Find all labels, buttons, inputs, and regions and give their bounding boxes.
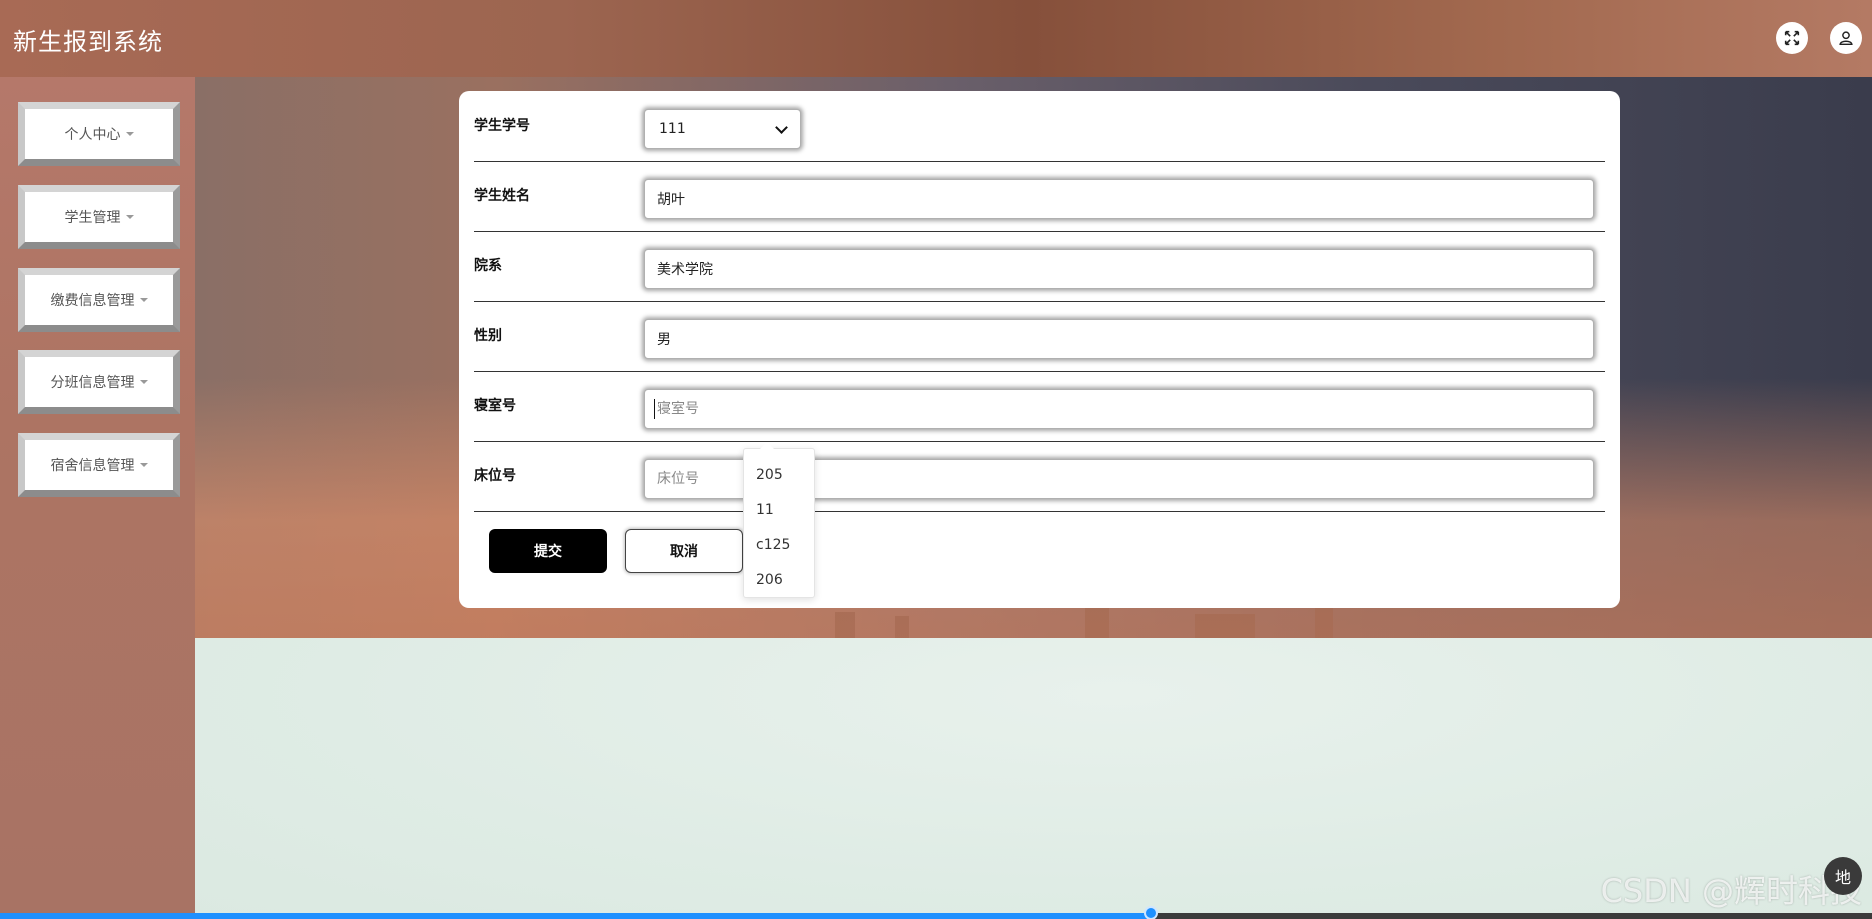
gender-input[interactable] [644, 319, 1594, 359]
text-cursor [654, 399, 655, 419]
user-icon[interactable] [1830, 22, 1862, 54]
sidebar-item-student-management[interactable]: 学生管理 [18, 185, 180, 249]
chevron-down-icon [139, 463, 148, 467]
sidebar-item-label: 缴费信息管理 [50, 293, 135, 309]
sidebar-item-payment-management[interactable]: 缴费信息管理 [18, 268, 180, 332]
dorm-suggestion-dropdown: 205 11 c125 206 [743, 442, 815, 598]
chevron-down-icon [125, 215, 134, 219]
city-silhouette [835, 612, 855, 638]
form-row-student-id: 学生学号 111 [474, 91, 1605, 162]
form-row-bed-number: 床位号 [474, 441, 1605, 512]
bed-number-label: 床位号 [474, 468, 516, 484]
sidebar-item-label: 宿舍信息管理 [50, 458, 135, 474]
fullscreen-icon[interactable] [1776, 22, 1808, 54]
student-name-input[interactable] [644, 179, 1594, 219]
form-row-gender: 性别 [474, 301, 1605, 372]
top-header: 新生报到系统 [0, 0, 1872, 77]
sidebar-item-personal-center[interactable]: 个人中心 [18, 102, 180, 166]
suggestion-item[interactable]: c125 [744, 528, 814, 563]
chevron-down-icon [139, 380, 148, 384]
city-silhouette [895, 616, 909, 638]
chevron-down-icon [125, 132, 134, 136]
student-id-select[interactable]: 111 [644, 109, 801, 149]
city-silhouette [1085, 608, 1109, 638]
cancel-button[interactable]: 取消 [625, 529, 743, 573]
suggestion-item[interactable]: 205 [744, 458, 814, 493]
suggestion-item[interactable]: 206 [744, 563, 814, 598]
app-title: 新生报到系统 [13, 28, 163, 56]
student-form-card: 学生学号 111 学生姓名 院系 性别 寝室号 床位号 提交 取消 [459, 91, 1620, 608]
progress-fill [0, 913, 1151, 919]
dorm-number-label: 寝室号 [474, 398, 516, 414]
progress-handle[interactable] [1144, 906, 1158, 919]
student-id-value: 111 [659, 121, 686, 137]
chevron-down-icon [139, 298, 148, 302]
sidebar-item-label: 个人中心 [64, 127, 121, 143]
floating-action-button[interactable]: 地 [1824, 857, 1862, 895]
department-label: 院系 [474, 258, 502, 274]
form-row-student-name: 学生姓名 [474, 161, 1605, 232]
student-name-label: 学生姓名 [474, 188, 530, 204]
city-silhouette [1195, 614, 1255, 638]
sidebar-item-label: 学生管理 [64, 210, 121, 226]
sidebar: 个人中心 学生管理 缴费信息管理 分班信息管理 宿舍信息管理 [0, 77, 195, 919]
sidebar-item-class-management[interactable]: 分班信息管理 [18, 350, 180, 414]
watermark: CSDN @辉时科技 [1600, 872, 1862, 910]
chevron-down-icon [775, 120, 788, 134]
form-row-department: 院系 [474, 231, 1605, 302]
gender-label: 性别 [474, 328, 502, 344]
department-input[interactable] [644, 249, 1594, 289]
sidebar-item-dorm-management[interactable]: 宿舍信息管理 [18, 433, 180, 497]
student-id-label: 学生学号 [474, 118, 530, 134]
sidebar-item-label: 分班信息管理 [50, 375, 135, 391]
suggestion-item[interactable]: 11 [744, 493, 814, 528]
dorm-number-input[interactable] [644, 389, 1594, 429]
submit-button[interactable]: 提交 [489, 529, 607, 573]
city-silhouette [1315, 606, 1333, 638]
form-row-dorm-number: 寝室号 [474, 371, 1605, 442]
